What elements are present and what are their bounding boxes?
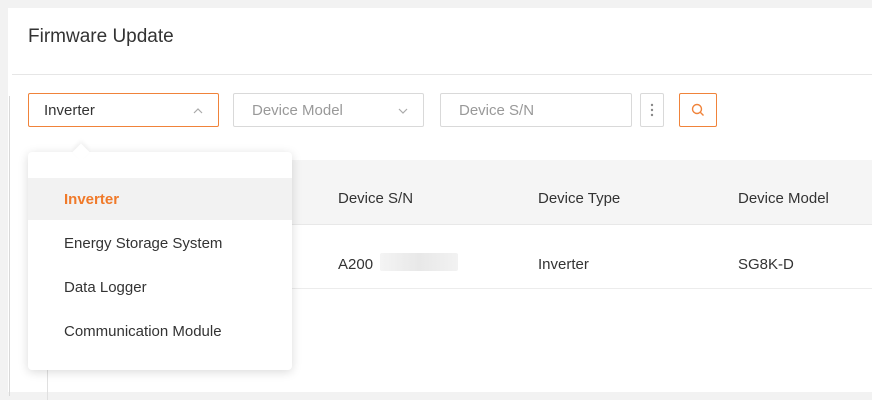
device-model-select[interactable]: Device Model (233, 93, 424, 127)
redacted-serial (380, 253, 458, 271)
page-title: Firmware Update (28, 26, 174, 47)
search-icon (691, 103, 704, 116)
column-header-device-sn[interactable]: Device S/N (338, 190, 413, 207)
cell-device-type: Inverter (538, 256, 589, 273)
dropdown-item-inverter[interactable]: Inverter (28, 178, 292, 220)
device-model-placeholder: Device Model (252, 101, 343, 119)
dropdown-item-energy-storage-system[interactable]: Energy Storage System (28, 222, 292, 264)
device-sn-field[interactable] (440, 93, 632, 127)
title-divider (12, 74, 872, 75)
cell-device-sn: A200 (338, 256, 374, 273)
chevron-down-icon (398, 108, 408, 114)
column-header-device-type[interactable]: Device Type (538, 190, 620, 207)
cell-device-model: SG8K-D (738, 256, 794, 273)
chevron-up-icon (193, 108, 203, 114)
search-button[interactable] (679, 93, 717, 127)
device-type-select[interactable]: Inverter (28, 93, 219, 127)
more-options-button[interactable] (640, 93, 664, 127)
more-vertical-icon (650, 103, 654, 117)
device-type-dropdown: Inverter Energy Storage System Data Logg… (28, 152, 292, 370)
device-type-value: Inverter (44, 101, 95, 119)
dropdown-item-data-logger[interactable]: Data Logger (28, 266, 292, 308)
left-border (9, 96, 10, 396)
column-header-device-model[interactable]: Device Model (738, 190, 829, 207)
dropdown-item-communication-module[interactable]: Communication Module (28, 310, 292, 352)
device-sn-input[interactable] (459, 101, 609, 119)
